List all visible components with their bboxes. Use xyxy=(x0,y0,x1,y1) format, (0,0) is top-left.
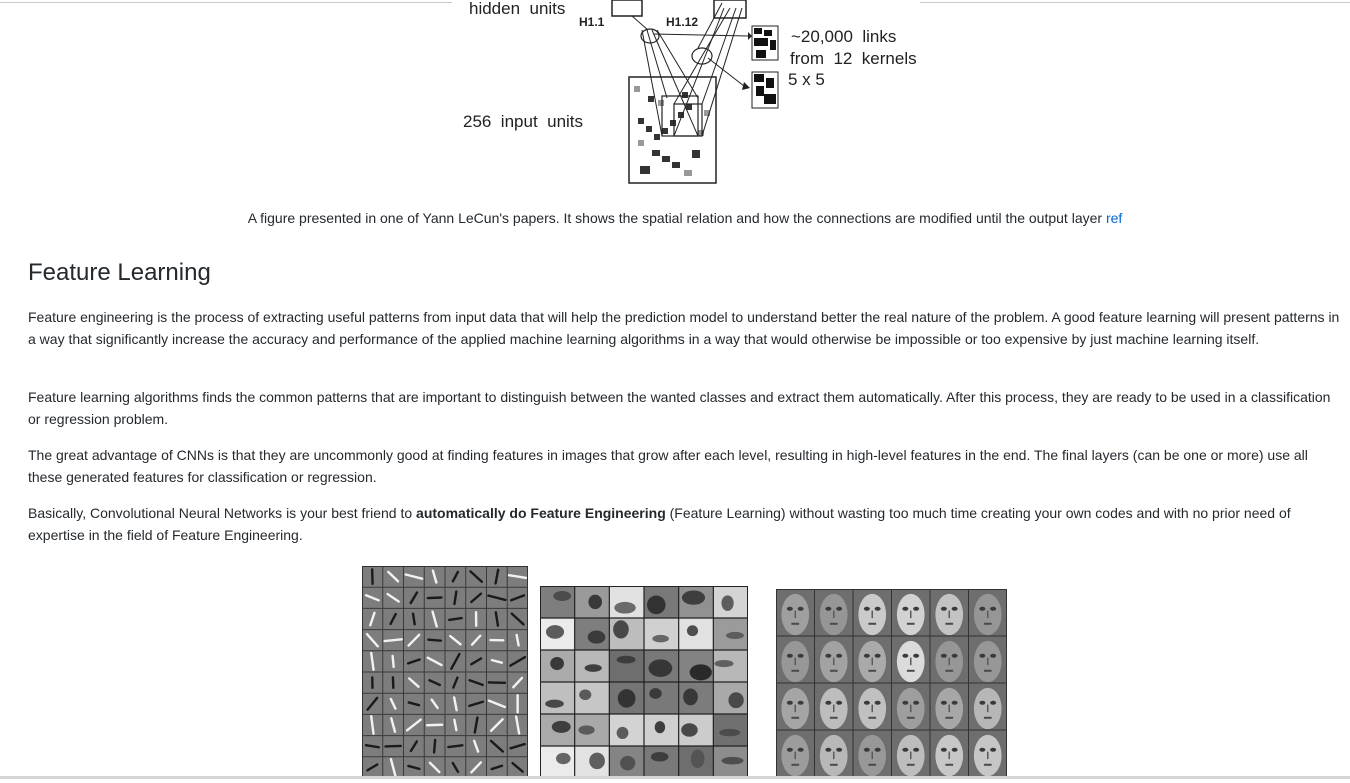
section-title: Feature Learning xyxy=(28,259,211,287)
lecun-network-figure: hidden units H1.1 H1.12 ~20,000 links fr… xyxy=(452,0,920,192)
kernels-label: from 12 kernels xyxy=(790,49,917,68)
figure-caption: A figure presented in one of Yann LeCun'… xyxy=(0,210,1350,226)
kernel-size-label: 5 x 5 xyxy=(788,70,825,89)
paragraph-cnn-advantage: The great advantage of CNNs is that they… xyxy=(28,444,1342,488)
h1-1-label: H1.1 xyxy=(579,15,605,29)
paragraph-basically-bold: automatically do Feature Engineering xyxy=(416,505,666,521)
hidden-units-label: hidden units xyxy=(469,0,565,18)
edge-features-image xyxy=(362,566,528,783)
paragraph-basically: Basically, Convolutional Neural Networks… xyxy=(28,502,1342,546)
input-units-label: 256 input units xyxy=(463,112,583,131)
caption-text: A figure presented in one of Yann LeCun'… xyxy=(248,210,1106,226)
paragraph-feature-engineering: Feature engineering is the process of ex… xyxy=(28,306,1342,350)
h1-12-label: H1.12 xyxy=(666,15,698,29)
face-parts-features-image xyxy=(540,586,748,783)
caption-ref-link[interactable]: ref xyxy=(1106,210,1122,226)
face-features-image xyxy=(776,589,1007,782)
links-label: ~20,000 links xyxy=(791,27,896,46)
paragraph-basically-start: Basically, Convolutional Neural Networks… xyxy=(28,505,416,521)
paragraph-feature-learning-algorithms: Feature learning algorithms finds the co… xyxy=(28,386,1342,430)
